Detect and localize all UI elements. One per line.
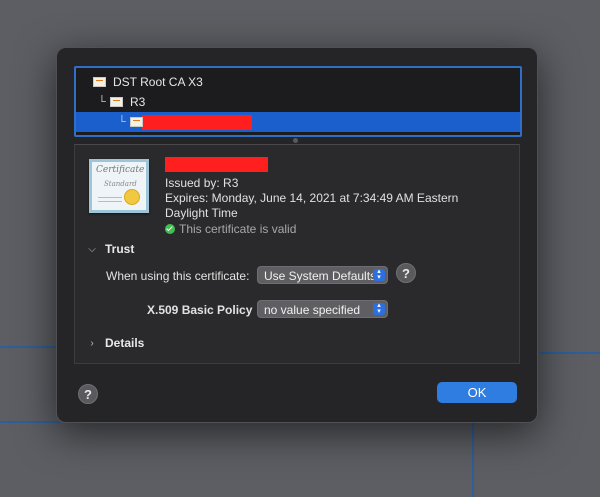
split-handle[interactable] (293, 138, 298, 143)
expires-date: Expires: Monday, June 14, 2021 at 7:34:4… (165, 191, 459, 205)
certificate-icon (130, 117, 143, 127)
validity-status: This certificate is valid (165, 221, 505, 237)
trust-disclosure[interactable]: ⌵ Trust (87, 242, 134, 256)
tree-item-intermediate[interactable]: └ R3 (76, 92, 520, 112)
certificate-icon (93, 77, 106, 87)
tree-branch-icon: └ (118, 116, 126, 128)
chevron-right-icon: › (90, 337, 94, 349)
chevron-up-down-icon: ▴ ▾ (373, 302, 385, 315)
certificate-dialog: DST Root CA X3 └ R3 └ Certificate Standa… (56, 47, 538, 423)
background-line (0, 346, 56, 348)
certificate-details-pane: Certificate Standard Issued by: R3 Expir… (74, 144, 520, 364)
when-using-value: Use System Defaults (264, 269, 377, 283)
details-disclosure[interactable]: › Details (87, 336, 144, 350)
policy-value: no value specified (264, 303, 361, 317)
tree-item-root[interactable]: DST Root CA X3 (76, 72, 520, 92)
expires-date-continued: Daylight Time (165, 206, 238, 220)
ok-button[interactable]: OK (437, 382, 517, 403)
certificate-summary: Issued by: R3 Expires: Monday, June 14, … (165, 157, 505, 237)
dialog-help-button[interactable]: ? (78, 384, 98, 404)
when-using-popup[interactable]: Use System Defaults ▴ ▾ (257, 266, 388, 284)
background-line (540, 352, 600, 354)
seal-icon (124, 189, 140, 205)
when-using-label: When using this certificate: (106, 269, 250, 283)
trust-section-label: Trust (105, 242, 135, 256)
chevron-down-icon: ⌵ (88, 243, 96, 255)
tree-item-label: DST Root CA X3 (113, 75, 203, 89)
background-line (0, 421, 60, 423)
redacted-label (142, 114, 252, 130)
trust-help-button[interactable]: ? (396, 263, 416, 283)
redacted-certificate-name (165, 157, 268, 172)
certificate-icon-text: Certificate (96, 165, 145, 175)
validity-text: This certificate is valid (179, 222, 297, 236)
issued-by: Issued by: R3 (165, 176, 239, 190)
tree-branch-icon: └ (98, 96, 106, 108)
certificate-icon (110, 97, 123, 107)
background-line (472, 421, 474, 497)
tree-item-label: R3 (130, 95, 146, 109)
checkmark-icon (165, 224, 175, 234)
certificate-icon-lines (98, 201, 122, 202)
certificate-chain-tree: DST Root CA X3 └ R3 └ (74, 66, 522, 137)
certificate-icon-text: Standard (104, 180, 137, 188)
policy-label: X.509 Basic Policy (147, 303, 253, 317)
chevron-up-down-icon: ▴ ▾ (373, 268, 385, 281)
details-section-label: Details (105, 336, 145, 350)
tree-item-leaf[interactable]: └ (76, 112, 520, 132)
certificate-large-icon: Certificate Standard (89, 159, 149, 213)
policy-popup[interactable]: no value specified ▴ ▾ (257, 300, 388, 318)
